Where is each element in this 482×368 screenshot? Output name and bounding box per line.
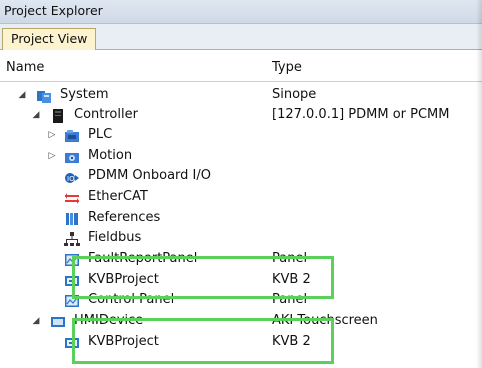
column-header-type[interactable]: Type [272,60,302,75]
tree-item-label: PLC [88,127,113,142]
window-title: Project Explorer [0,0,482,24]
expanded-arrow-icon[interactable]: ◢ [30,108,42,122]
system-icon [37,91,51,103]
expanded-arrow-icon[interactable]: ◢ [16,88,28,102]
controller-icon [53,109,63,123]
collapsed-arrow-icon[interactable]: ▷ [46,149,58,163]
tree-item-label: Motion [88,148,133,163]
tree-item-controller[interactable]: ◢ Controller [127.0.0.1] PDMM or PCMM [0,106,482,126]
tree-item-label: EtherCAT [88,189,148,204]
motion-icon [65,153,79,163]
onboard-io-icon: IO [65,173,79,183]
tree-item-label: System [60,87,109,102]
hmi-device-icon [51,317,65,327]
tree-item-label: Fieldbus [88,230,142,245]
fieldbus-icon [64,232,80,246]
highlight-box-kvbproject [72,256,334,299]
tree-item-plc[interactable]: ▷ PLC [0,126,482,146]
tree-item-type: [127.0.0.1] PDMM or PCMM [272,107,450,122]
project-explorer-window: Project Explorer Project View Name Type … [0,0,482,368]
tree-item-label: PDMM Onboard I/O [88,168,212,183]
header-divider [0,81,482,82]
window-edge-shadow [476,0,482,368]
tab-strip: Project View [0,24,482,50]
highlight-box-kvbproject-hmi [72,318,334,364]
expanded-arrow-icon[interactable]: ◢ [30,314,42,328]
svg-text:IO: IO [67,175,75,183]
column-header-name[interactable]: Name [6,60,44,75]
plc-icon [65,130,79,142]
collapsed-arrow-icon[interactable]: ▷ [46,128,58,142]
tree-item-ethercat[interactable]: EtherCAT [0,188,482,208]
references-icon [66,213,78,225]
tab-project-view[interactable]: Project View [2,28,97,50]
tree-item-label: Controller [74,107,138,122]
ethercat-icon [65,193,79,204]
tree-item-type: Sinope [272,87,317,102]
tree-item-references[interactable]: References [0,209,482,229]
column-headers: Name Type [0,58,482,82]
tree-item-onboard-io[interactable]: IO PDMM Onboard I/O [0,167,482,187]
tree-item-fieldbus[interactable]: Fieldbus [0,229,482,249]
tree-item-label: References [88,210,161,225]
tree-item-system[interactable]: ◢ System Sinope [0,86,482,106]
tree-item-motion[interactable]: ▷ Motion [0,147,482,167]
